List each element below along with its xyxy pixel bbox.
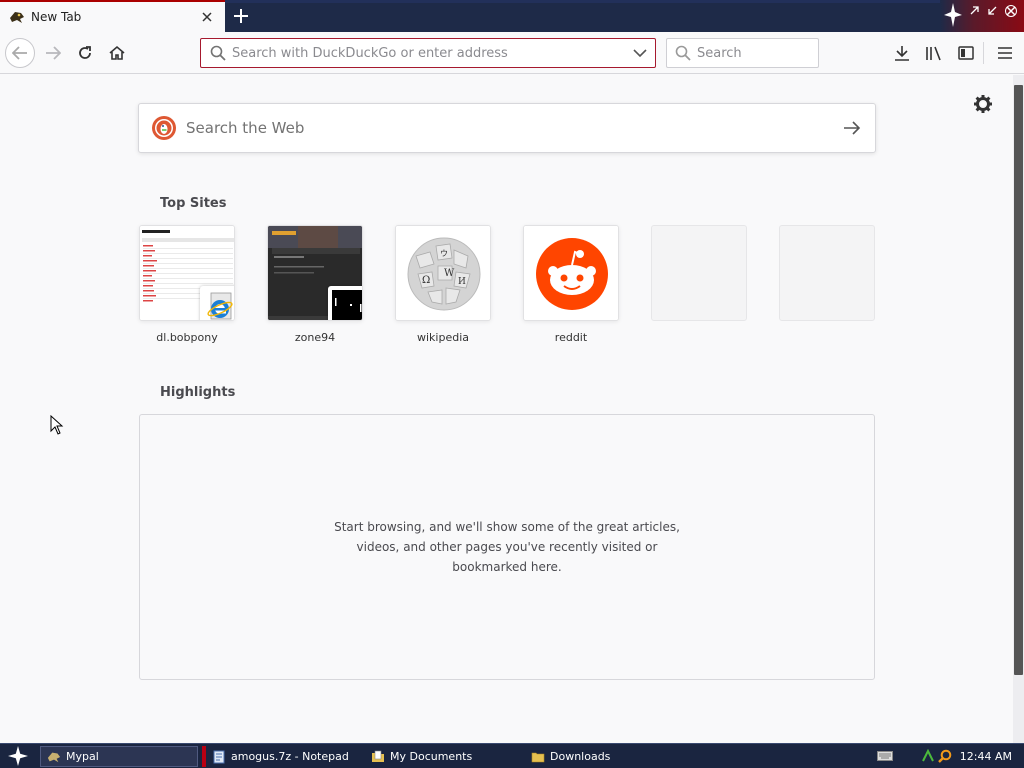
keyboard-icon[interactable] <box>876 751 893 761</box>
top-site-label: wikipedia <box>416 331 469 344</box>
reload-button[interactable] <box>70 38 100 68</box>
close-window-icon[interactable] <box>1004 4 1018 18</box>
scrollbar-thumb[interactable] <box>1014 85 1023 675</box>
top-site-label: dl.bobpony <box>156 331 218 344</box>
mouse-cursor-icon <box>50 415 64 435</box>
restore-window-icon[interactable] <box>986 4 1000 18</box>
site-favicon <box>200 286 234 320</box>
web-search-box[interactable]: Search the Web <box>138 103 876 153</box>
magnifier-icon[interactable] <box>937 749 952 763</box>
highlights-empty-message: Start browsing, and we'll show some of t… <box>334 520 680 574</box>
navigation-toolbar: Search with DuckDuckGo or enter address … <box>0 32 1024 74</box>
forward-arrow-icon <box>46 46 61 60</box>
taskbar-item-label: Downloads <box>550 750 611 763</box>
downloads-button[interactable] <box>887 38 917 68</box>
folder-icon <box>531 752 545 762</box>
url-bar[interactable]: Search with DuckDuckGo or enter address <box>200 38 656 68</box>
gear-icon[interactable] <box>973 94 993 114</box>
search-bar-placeholder: Search <box>697 45 742 61</box>
back-button[interactable] <box>5 38 35 68</box>
plus-icon <box>234 9 248 23</box>
forward-button[interactable] <box>38 38 68 68</box>
top-site-zone94[interactable]: zone94 <box>267 225 363 344</box>
taskbar-item-label: Mypal <box>66 750 99 763</box>
download-icon <box>895 46 909 61</box>
library-button[interactable] <box>919 38 949 68</box>
search-icon <box>675 45 691 61</box>
search-icon <box>210 45 226 61</box>
taskbar-item-my-documents[interactable]: My Documents <box>365 746 525 767</box>
top-site-dl-bobpony[interactable]: dl.bobpony <box>139 225 235 344</box>
site-favicon <box>328 286 362 320</box>
system-tray: 12:44 AM <box>876 744 1024 768</box>
site-thumbnail <box>523 225 619 321</box>
highlights-empty-panel: Start browsing, and we'll show some of t… <box>139 414 875 680</box>
empty-site-tile <box>779 225 875 321</box>
documents-folder-icon <box>372 750 384 762</box>
reddit-logo-icon <box>524 226 618 320</box>
web-search-placeholder: Search the Web <box>186 119 305 137</box>
svg-text:ウ: ウ <box>440 249 448 258</box>
chevron-down-icon[interactable] <box>633 48 647 58</box>
sidebar-icon <box>958 46 974 60</box>
arrow-right-icon[interactable] <box>843 121 861 135</box>
top-site-label: zone94 <box>294 331 336 344</box>
star-icon <box>8 746 28 766</box>
search-bar[interactable]: Search <box>666 38 819 68</box>
menu-button[interactable] <box>990 38 1020 68</box>
internet-explorer-icon <box>207 292 233 320</box>
start-button[interactable] <box>0 744 36 768</box>
highlights-heading: Highlights <box>160 385 236 400</box>
home-button[interactable] <box>102 38 132 68</box>
tab-strip: New Tab <box>0 0 1024 32</box>
taskbar-clock[interactable]: 12:44 AM <box>960 750 1012 763</box>
mypal-icon <box>47 752 61 762</box>
top-site-empty-slot[interactable] <box>779 225 875 331</box>
back-arrow-icon <box>12 46 27 60</box>
taskbar: Mypal amogus.7z - Notepad My Documents D… <box>0 743 1024 768</box>
home-icon <box>109 45 125 60</box>
top-site-empty-slot[interactable] <box>651 225 747 331</box>
taskbar-item-notepad[interactable]: amogus.7z - Notepad <box>202 746 362 767</box>
taskbar-item-label: amogus.7z - Notepad <box>231 750 349 763</box>
site-thumbnail: Ω W И ウ <box>395 225 491 321</box>
window-controls <box>940 0 1024 32</box>
tab-new-tab[interactable]: New Tab <box>0 0 225 32</box>
taskbar-item-downloads[interactable]: Downloads <box>525 746 685 767</box>
sidebar-button[interactable] <box>951 38 981 68</box>
notepad-icon <box>213 750 225 763</box>
hamburger-menu-icon <box>998 47 1012 59</box>
url-bar-placeholder: Search with DuckDuckGo or enter address <box>232 45 508 61</box>
minimize-window-icon[interactable] <box>968 4 982 18</box>
reload-icon <box>79 46 91 59</box>
svg-text:W: W <box>444 268 455 279</box>
tab-title: New Tab <box>31 10 82 24</box>
taskbar-item-accent <box>202 746 206 767</box>
mypal-favicon-icon <box>10 12 24 23</box>
star-icon <box>944 3 962 27</box>
svg-text:И: И <box>458 277 466 287</box>
new-tab-button[interactable] <box>228 5 254 27</box>
top-site-label: reddit <box>554 331 588 344</box>
site-thumbnail <box>267 225 363 321</box>
close-tab-icon[interactable] <box>199 9 215 25</box>
page-scrollbar[interactable] <box>1013 75 1024 743</box>
top-sites-heading: Top Sites <box>160 196 227 211</box>
wikipedia-globe-icon: Ω W И ウ <box>396 226 490 320</box>
empty-site-tile <box>651 225 747 321</box>
svg-text:Ω: Ω <box>422 275 430 286</box>
taskbar-item-mypal[interactable]: Mypal <box>40 746 198 767</box>
top-site-wikipedia[interactable]: Ω W И ウ wikipedia <box>395 225 491 344</box>
network-icon[interactable] <box>921 749 935 763</box>
zone94-favicon-icon <box>332 290 362 320</box>
library-icon <box>926 46 941 61</box>
duckduckgo-logo-icon <box>152 116 176 140</box>
taskbar-item-label: My Documents <box>390 750 473 763</box>
new-tab-page: Search the Web Top Sites dl.bobpony zone… <box>0 75 1013 743</box>
top-site-reddit[interactable]: reddit <box>523 225 619 344</box>
toolbar-separator <box>983 42 984 64</box>
site-thumbnail <box>139 225 235 321</box>
